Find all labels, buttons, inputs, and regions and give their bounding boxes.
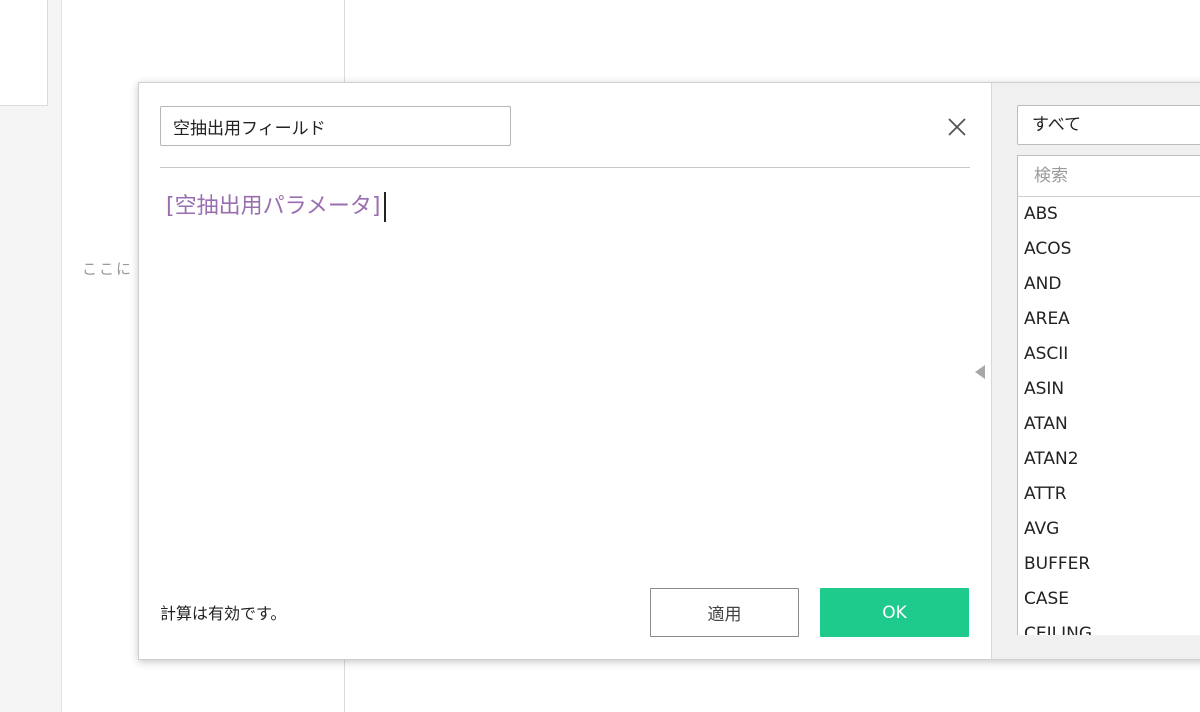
formula-field-token: [空抽出用パラメータ]: [166, 194, 381, 219]
function-category-select[interactable]: すべて: [1017, 105, 1200, 145]
validation-status: 計算は有効です。: [160, 604, 287, 623]
background-left-panel: [0, 0, 62, 712]
header-divider: [160, 167, 970, 168]
ok-button[interactable]: OK: [820, 588, 969, 637]
function-item[interactable]: ABS: [1018, 197, 1200, 232]
function-item[interactable]: ASIN: [1018, 372, 1200, 407]
function-search-input[interactable]: [1017, 155, 1200, 197]
text-caret: [383, 192, 386, 222]
function-item[interactable]: BUFFER: [1018, 547, 1200, 582]
function-item[interactable]: AND: [1018, 267, 1200, 302]
function-item[interactable]: ATAN2: [1018, 442, 1200, 477]
function-item[interactable]: CASE: [1018, 582, 1200, 617]
close-icon: [948, 118, 966, 136]
function-item[interactable]: AVG: [1018, 512, 1200, 547]
function-item[interactable]: AREA: [1018, 302, 1200, 337]
function-item[interactable]: ATAN: [1018, 407, 1200, 442]
calculation-editor-pane: [空抽出用パラメータ] 計算は有効です。 適用 OK: [139, 83, 991, 659]
apply-button[interactable]: 適用: [650, 588, 799, 637]
collapse-panel-button[interactable]: [973, 363, 987, 381]
function-list: ABS ACOS AND AREA ASCII ASIN ATAN ATAN2 …: [1017, 197, 1200, 635]
function-item[interactable]: ASCII: [1018, 337, 1200, 372]
formula-editor[interactable]: [空抽出用パラメータ]: [166, 191, 386, 223]
function-item[interactable]: ATTR: [1018, 477, 1200, 512]
close-button[interactable]: [943, 113, 971, 141]
function-panel: すべて ABS ACOS AND AREA ASCII ASIN ATAN AT…: [991, 83, 1200, 659]
triangle-left-icon: [975, 365, 985, 379]
calculation-name-input[interactable]: [160, 106, 511, 146]
screen: ここに [空抽出用パラメータ] 計算は有効です。 適用 OK: [0, 0, 1200, 712]
function-item[interactable]: ACOS: [1018, 232, 1200, 267]
calculation-dialog: [空抽出用パラメータ] 計算は有効です。 適用 OK すべて ABS ACOS …: [138, 82, 1200, 660]
background-hint-text: ここに: [82, 260, 134, 278]
function-item[interactable]: CEILING: [1018, 617, 1200, 635]
background-card: [0, 0, 48, 106]
